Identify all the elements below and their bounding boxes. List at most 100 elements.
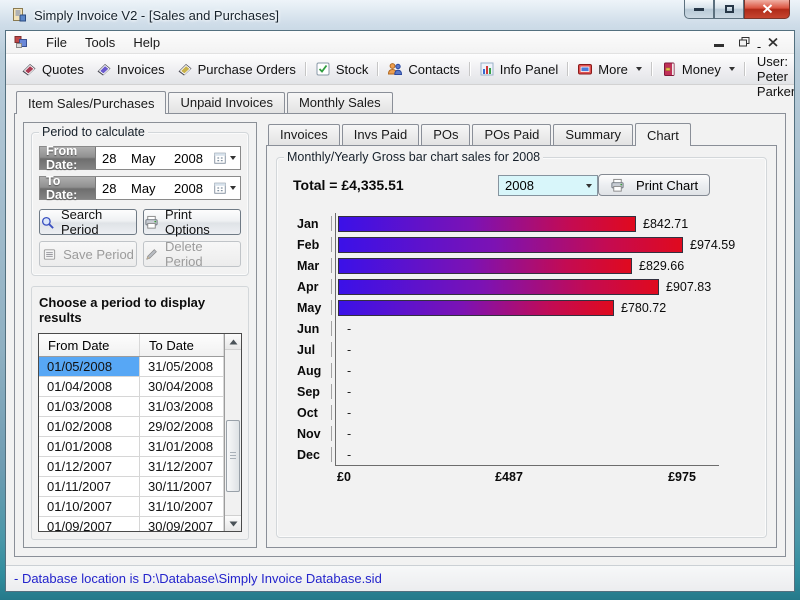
- table-cell[interactable]: 01/11/2007: [39, 477, 140, 497]
- toolbar-quotes-button[interactable]: Quotes: [15, 58, 90, 80]
- chart-total: Total = £4,335.51: [293, 177, 404, 193]
- chevron-down-icon: [729, 67, 735, 71]
- from-date-field[interactable]: From Date: 28 May 2008: [39, 146, 241, 170]
- printer-icon: [144, 215, 159, 230]
- table-row: 01/09/200730/09/2007: [39, 517, 224, 532]
- scroll-down-button[interactable]: [225, 515, 241, 531]
- status-bar: - Database location is D:\Database\Simpl…: [6, 565, 794, 591]
- scrollbar-thumb[interactable]: [226, 420, 240, 492]
- table-cell[interactable]: 30/11/2007: [140, 477, 224, 497]
- x-tick-label: £487: [495, 470, 523, 484]
- column-header-to-date[interactable]: To Date: [140, 334, 224, 356]
- table-cell[interactable]: 30/09/2007: [140, 517, 224, 532]
- toolbar-stock-button[interactable]: Stock: [309, 58, 375, 80]
- table-cell[interactable]: 31/01/2008: [140, 437, 224, 457]
- chart-month-label: May: [297, 301, 335, 315]
- toolbar-label: Contacts: [408, 62, 459, 77]
- to-date-field[interactable]: To Date: 28 May 2008: [39, 176, 241, 200]
- from-date-year[interactable]: 2008: [174, 151, 212, 166]
- toolbar-separator: [651, 62, 652, 76]
- bar-chart: Jan£842.71Feb£974.59Mar£829.66Apr£907.83…: [297, 213, 758, 485]
- chevron-down-icon: [636, 67, 642, 71]
- delete-period-button[interactable]: Delete Period: [143, 241, 241, 267]
- to-date-day[interactable]: 28: [102, 181, 131, 196]
- results-tab-invs-paid[interactable]: Invs Paid: [342, 124, 419, 145]
- table-cell[interactable]: 31/10/2007: [140, 497, 224, 517]
- close-button[interactable]: [744, 0, 790, 19]
- table-cell[interactable]: 01/02/2008: [39, 417, 140, 437]
- save-period-button[interactable]: Save Period: [39, 241, 137, 267]
- from-date-day[interactable]: 28: [102, 151, 131, 166]
- table-cell[interactable]: 31/05/2008: [140, 357, 224, 377]
- table-cell[interactable]: 01/04/2008: [39, 377, 140, 397]
- toolbar-contacts-button[interactable]: Contacts: [381, 58, 465, 80]
- chart-row: Jun-: [297, 318, 758, 339]
- table-cell[interactable]: 01/09/2007: [39, 517, 140, 532]
- toolbar-money-button[interactable]: Money: [655, 58, 741, 80]
- table-row: 01/01/200831/01/2008: [39, 437, 224, 457]
- table-cell[interactable]: 01/03/2008: [39, 397, 140, 417]
- tab-item-sales-purchases[interactable]: Item Sales/Purchases: [16, 91, 166, 114]
- main-tab-strip: Item Sales/PurchasesUnpaid InvoicesMonth…: [16, 90, 786, 113]
- results-tab-pos[interactable]: POs: [421, 124, 470, 145]
- tab-unpaid-invoices[interactable]: Unpaid Invoices: [168, 92, 285, 113]
- print-options-button[interactable]: Print Options: [143, 209, 241, 235]
- chart-row: Nov-: [297, 423, 758, 444]
- toolbar-label: Quotes: [42, 62, 84, 77]
- to-date-year[interactable]: 2008: [174, 181, 212, 196]
- toolbar-invoices-button[interactable]: Invoices: [90, 58, 171, 80]
- chart-row: Apr£907.83: [297, 276, 758, 297]
- table-scrollbar[interactable]: [224, 334, 241, 531]
- column-header-from-date[interactable]: From Date: [39, 334, 140, 356]
- mdi-minimize-button[interactable]: [714, 44, 724, 47]
- table-cell[interactable]: 30/04/2008: [140, 377, 224, 397]
- results-tab-summary[interactable]: Summary: [553, 124, 633, 145]
- toolbar-more-button[interactable]: More: [571, 58, 648, 80]
- toolbar-label: Money: [682, 62, 721, 77]
- delete-period-label: Delete Period: [165, 239, 240, 269]
- results-tab-invoices[interactable]: Invoices: [268, 124, 340, 145]
- window-controls: [684, 0, 790, 19]
- menu-item-file[interactable]: File: [37, 33, 76, 52]
- save-period-label: Save Period: [63, 247, 134, 262]
- chart-bar-area: -: [335, 444, 758, 465]
- from-date-month[interactable]: May: [131, 151, 174, 166]
- table-cell[interactable]: 31/03/2008: [140, 397, 224, 417]
- chart-value-label: £829.66: [639, 259, 684, 273]
- from-date-picker-button[interactable]: [212, 151, 240, 166]
- tab-monthly-sales[interactable]: Monthly Sales: [287, 92, 393, 113]
- maximize-button[interactable]: [714, 0, 744, 19]
- chart-row: Jan£842.71: [297, 213, 758, 234]
- info-panel-icon: [479, 61, 495, 77]
- chart-month-label: Nov: [297, 427, 335, 441]
- period-chooser-panel: Choose a period to display results From …: [31, 286, 249, 540]
- toolbar-purchase-orders-button[interactable]: Purchase Orders: [171, 58, 302, 80]
- results-tab-pos-paid[interactable]: POs Paid: [472, 124, 551, 145]
- menu-item-tools[interactable]: Tools: [76, 33, 124, 52]
- more-icon: [577, 61, 593, 77]
- table-cell[interactable]: 31/12/2007: [140, 457, 224, 477]
- to-date-picker-button[interactable]: [212, 181, 240, 196]
- table-cell[interactable]: 01/01/2008: [39, 437, 140, 457]
- scroll-up-button[interactable]: [225, 334, 241, 350]
- chart-month-label: Jul: [297, 343, 335, 357]
- to-date-month[interactable]: May: [131, 181, 174, 196]
- results-tab-chart[interactable]: Chart: [635, 123, 691, 146]
- table-cell[interactable]: 01/12/2007: [39, 457, 140, 477]
- table-cell[interactable]: 01/05/2008: [39, 357, 140, 377]
- chart-value-label: £907.83: [666, 280, 711, 294]
- year-select[interactable]: 2008: [498, 175, 598, 196]
- minimize-button[interactable]: [684, 0, 714, 19]
- chart-bar-area: -: [335, 339, 758, 360]
- chart-bar-area: -: [335, 423, 758, 444]
- minimize-icon: [694, 8, 704, 11]
- print-chart-label: Print Chart: [636, 178, 698, 193]
- print-chart-button[interactable]: Print Chart: [598, 174, 710, 196]
- search-period-button[interactable]: Search Period: [39, 209, 137, 235]
- menu-item-help[interactable]: Help: [124, 33, 169, 52]
- period-table: From DateTo Date 01/05/200831/05/200801/…: [38, 333, 242, 532]
- chart-month-label: Jun: [297, 322, 335, 336]
- toolbar-info-panel-button[interactable]: Info Panel: [473, 58, 565, 80]
- table-cell[interactable]: 01/10/2007: [39, 497, 140, 517]
- table-cell[interactable]: 29/02/2008: [140, 417, 224, 437]
